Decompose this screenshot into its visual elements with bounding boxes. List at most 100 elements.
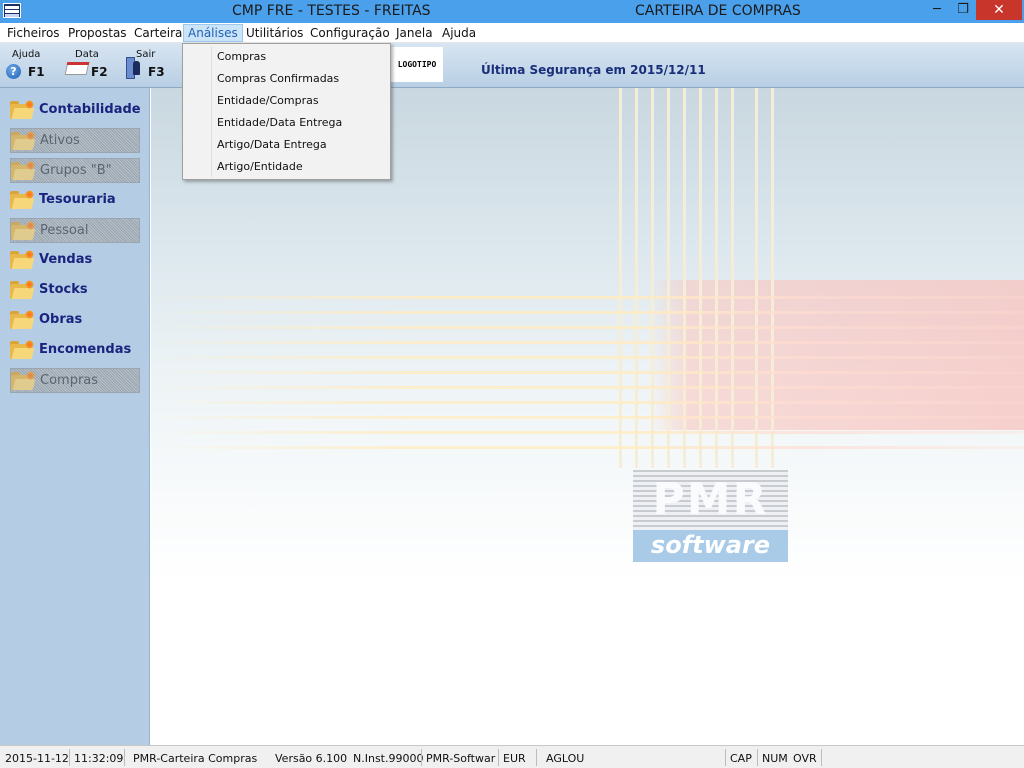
sidebar-item-ativos[interactable]: Ativos [10, 128, 140, 153]
background-band [151, 386, 1024, 389]
dropdown-item-entidade-compras[interactable]: Entidade/Compras [185, 91, 388, 111]
background-band [151, 296, 1024, 299]
menu-bar: Ficheiros Propostas Carteira Análises Ut… [0, 23, 1024, 43]
status-ovr: OVR [793, 752, 817, 765]
sidebar-item-grupos-b[interactable]: Grupos "B" [10, 158, 140, 183]
background-stripe [731, 88, 734, 468]
folder-icon [11, 131, 36, 150]
minimize-button[interactable]: ─ [924, 0, 950, 20]
last-backup-info: Última Segurança em 2015/12/11 [481, 63, 706, 77]
background-stripe [635, 88, 638, 468]
analises-dropdown-menu: Compras Compras Confirmadas Entidade/Com… [182, 43, 391, 180]
module-sidebar: Contabilidade Ativos Grupos "B" Tesouraria P… [0, 88, 150, 745]
help-label: Ajuda [12, 49, 41, 60]
dropdown-item-artigo-entidade[interactable]: Artigo/Entidade [185, 157, 388, 177]
folder-icon [11, 371, 36, 390]
menu-janela[interactable]: Janela [396, 25, 433, 42]
folder-icon [10, 280, 35, 299]
menu-configuracao[interactable]: Configuração [310, 25, 390, 42]
dropdown-item-compras[interactable]: Compras [185, 47, 388, 67]
dropdown-item-entidade-data-entrega[interactable]: Entidade/Data Entrega [185, 113, 388, 133]
app-icon[interactable] [3, 3, 21, 18]
sidebar-item-label: Contabilidade [39, 102, 141, 117]
folder-icon [10, 100, 35, 119]
folder-icon [10, 310, 35, 329]
sidebar-item-contabilidade[interactable]: Contabilidade [10, 98, 141, 123]
status-module: PMR-Carteira Compras [133, 752, 258, 765]
restore-button[interactable]: ❐ [950, 0, 976, 20]
sidebar-item-label: Tesouraria [39, 192, 116, 207]
background-stripe [755, 88, 758, 468]
background-band [151, 356, 1024, 359]
menu-analises[interactable]: Análises [183, 24, 243, 42]
background-band [151, 341, 1024, 344]
menu-ajuda[interactable]: Ajuda [442, 25, 476, 42]
sidebar-item-pessoal[interactable]: Pessoal [10, 218, 140, 243]
exit-key: F3 [148, 65, 165, 79]
background-band [151, 416, 1024, 419]
sidebar-item-label: Ativos [40, 133, 80, 148]
status-user: AGLOU [546, 752, 585, 765]
sidebar-item-label: Stocks [39, 282, 88, 297]
background-stripe [651, 88, 654, 468]
status-date: 2015-11-12 [5, 752, 69, 765]
folder-icon [11, 221, 36, 240]
main-background: PMR software [151, 88, 1024, 745]
status-caps: CAP [730, 752, 752, 765]
background-band [151, 311, 1024, 314]
background-stripe [683, 88, 686, 468]
background-stripe [715, 88, 718, 468]
pmr-software-logo: PMR software [633, 470, 788, 562]
sidebar-item-label: Vendas [39, 252, 93, 267]
sidebar-item-label: Pessoal [40, 223, 89, 238]
logo-top-text: PMR [652, 474, 769, 525]
menu-utilitarios[interactable]: Utilitários [246, 25, 303, 42]
dropdown-item-compras-confirmadas[interactable]: Compras Confirmadas [185, 69, 388, 89]
sidebar-item-label: Encomendas [39, 342, 132, 357]
folder-icon [10, 250, 35, 269]
background-band [151, 401, 1024, 404]
help-key: F1 [28, 65, 45, 79]
menu-propostas[interactable]: Propostas [68, 25, 127, 42]
sidebar-item-vendas[interactable]: Vendas [10, 248, 140, 273]
folder-icon [10, 340, 35, 359]
status-currency: EUR [503, 752, 526, 765]
background-band [151, 371, 1024, 374]
status-bar: 2015-11-12 11:32:09 PMR-Carteira Compras… [0, 745, 1024, 768]
background-pink-block [651, 280, 1024, 430]
sidebar-item-label: Obras [39, 312, 83, 327]
background-stripe [619, 88, 622, 468]
company-logo-placeholder: LOGOTIPO [391, 47, 443, 82]
exit-door-icon [126, 57, 142, 79]
status-install: N.Inst.99000 [353, 752, 424, 765]
logo-bottom-text: software [650, 531, 771, 559]
background-stripe [667, 88, 670, 468]
background-band [151, 326, 1024, 329]
status-num: NUM [762, 752, 788, 765]
status-time: 11:32:09 [74, 752, 124, 765]
background-stripe [771, 88, 774, 468]
sidebar-item-label: Grupos "B" [40, 163, 112, 178]
sidebar-item-label: Compras [40, 373, 99, 388]
status-version: Versão 6.100 [275, 752, 348, 765]
background-band [151, 431, 1024, 434]
dropdown-item-artigo-data-entrega[interactable]: Artigo/Data Entrega [185, 135, 388, 155]
close-button[interactable]: ✕ [976, 0, 1022, 20]
calendar-icon [64, 62, 90, 75]
sidebar-item-encomendas[interactable]: Encomendas [10, 338, 140, 363]
sidebar-item-stocks[interactable]: Stocks [10, 278, 140, 303]
date-key: F2 [91, 65, 108, 79]
sidebar-item-obras[interactable]: Obras [10, 308, 140, 333]
background-band [151, 446, 1024, 449]
status-company: PMR-Softwar [426, 752, 496, 765]
help-button[interactable]: Ajuda ? F1 [0, 47, 48, 83]
sidebar-item-tesouraria[interactable]: Tesouraria [10, 188, 140, 213]
sidebar-item-compras[interactable]: Compras [10, 368, 140, 393]
background-stripe [699, 88, 702, 468]
folder-icon [11, 161, 36, 180]
menu-carteira[interactable]: Carteira [134, 25, 182, 42]
menu-ficheiros[interactable]: Ficheiros [7, 25, 60, 42]
date-label: Data [75, 49, 99, 60]
window-subtitle: CARTEIRA DE COMPRAS [635, 3, 801, 19]
help-icon: ? [6, 64, 21, 79]
